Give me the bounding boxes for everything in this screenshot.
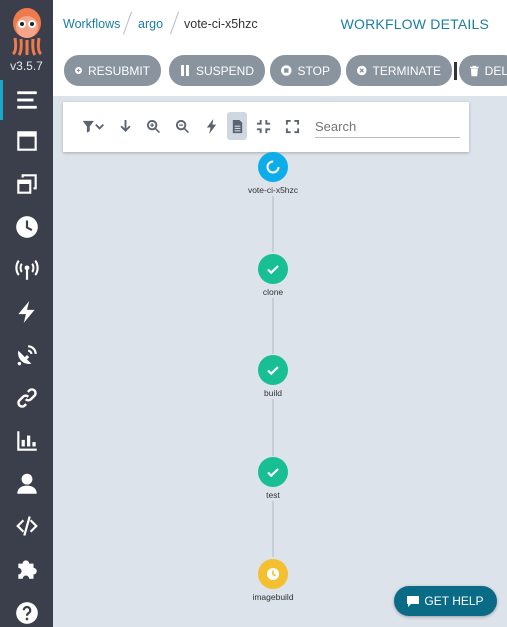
terminate-label: TERMINATE	[372, 63, 441, 78]
graph-search-input[interactable]	[315, 116, 460, 138]
code-icon	[15, 516, 38, 536]
page-title: WORKFLOW DETAILS	[340, 16, 489, 32]
check-icon	[267, 265, 279, 275]
sidebar-item-cluster-templates[interactable]	[0, 164, 53, 204]
breadcrumb-namespace[interactable]: argo	[138, 17, 163, 31]
bar-chart-icon	[16, 431, 37, 451]
expand-icon	[285, 119, 299, 133]
bolt-icon	[17, 301, 35, 323]
check-icon	[267, 468, 279, 478]
layout-direction-button[interactable]	[115, 116, 135, 136]
sidebar: v3.5.7	[0, 0, 53, 627]
times-circle-icon	[357, 65, 367, 76]
graph-node-build[interactable]	[258, 355, 288, 385]
graph-node-test[interactable]	[258, 457, 288, 487]
zoom-out-button[interactable]	[172, 116, 192, 136]
show-artifacts-toggle[interactable]	[227, 112, 247, 140]
plus-circle-icon	[75, 67, 82, 74]
window-icon	[16, 131, 37, 151]
bolt-icon	[206, 118, 216, 134]
compress-icon	[256, 119, 270, 133]
workflow-graph-canvas[interactable]: vote-ci-x5hzc clone build test imagebuil…	[53, 96, 507, 627]
zoom-in-button[interactable]	[143, 116, 163, 136]
graph-node-clone[interactable]	[258, 254, 288, 284]
sidebar-item-workflows[interactable]	[0, 80, 53, 120]
trash-icon	[470, 65, 479, 76]
puzzle-icon	[17, 560, 37, 579]
breadcrumb-workflows[interactable]: Workflows	[63, 17, 120, 31]
clock-icon	[15, 216, 38, 238]
zoom-out-icon	[175, 119, 189, 133]
zoom-in-icon	[146, 119, 160, 133]
overflow-divider	[454, 62, 457, 80]
graph-node-label: imagebuild	[252, 592, 294, 602]
broadcast-icon	[14, 259, 39, 280]
version-label: v3.5.7	[10, 59, 43, 73]
graph-controls-panel	[63, 102, 469, 152]
graph-node-label: test	[266, 490, 280, 500]
sidebar-item-sensors[interactable]	[0, 292, 53, 332]
sidebar-item-reports[interactable]	[0, 421, 53, 461]
fast-render-button[interactable]	[201, 116, 221, 136]
breadcrumb-workflow-name: vote-ci-x5hzc	[184, 17, 258, 31]
breadcrumb-separator	[122, 11, 133, 35]
sidebar-item-event-flow[interactable]	[0, 335, 53, 375]
delete-label: DEL	[484, 63, 507, 78]
sidebar-item-api-docs[interactable]	[0, 506, 53, 546]
resubmit-label: RESUBMIT	[87, 63, 150, 78]
delete-button[interactable]: DEL	[459, 55, 507, 86]
stop-label: STOP	[297, 63, 330, 78]
get-help-button[interactable]: GET HELP	[394, 586, 497, 616]
spinner-icon	[266, 160, 280, 174]
satellite-dish-icon	[17, 345, 37, 366]
graph-node-imagebuild[interactable]	[258, 559, 288, 589]
graph-edge	[272, 399, 274, 456]
stop-button[interactable]: STOP	[270, 55, 341, 86]
timeline-icon	[16, 91, 37, 109]
clock-icon	[267, 568, 279, 580]
terminate-button[interactable]: TERMINATE	[346, 55, 452, 86]
resubmit-button[interactable]: RESUBMIT	[64, 55, 161, 86]
stop-circle-icon	[281, 65, 292, 76]
clone-icon	[16, 174, 37, 194]
fit-screen-button[interactable]	[282, 116, 302, 136]
filter-icon	[82, 120, 104, 133]
graph-node-workflow[interactable]	[258, 152, 288, 182]
sidebar-item-help[interactable]	[0, 593, 53, 627]
argo-workflows-app: v3.5.7 Workflows argo vote-ci-x5hzc WORK…	[0, 0, 507, 627]
graph-edge	[272, 196, 274, 252]
sidebar-item-workflow-event-bindings[interactable]	[0, 378, 53, 418]
suspend-button[interactable]: SUSPEND	[169, 55, 265, 86]
file-icon	[232, 119, 242, 133]
graph-edge	[272, 501, 274, 557]
graph-node-label: vote-ci-x5hzc	[247, 185, 299, 195]
graph-edge	[272, 298, 274, 354]
top-bar: Workflows argo vote-ci-x5hzc WORKFLOW DE…	[53, 0, 507, 48]
suspend-label: SUSPEND	[195, 63, 254, 78]
sidebar-item-templates[interactable]	[0, 121, 53, 161]
arrow-down-icon	[119, 119, 131, 132]
sidebar-item-user[interactable]	[0, 464, 53, 504]
comment-icon	[407, 595, 420, 607]
breadcrumb-separator	[169, 11, 180, 35]
pause-icon	[180, 65, 189, 76]
sidebar-item-cron-workflows[interactable]	[0, 207, 53, 247]
graph-node-label: clone	[262, 287, 284, 297]
user-icon	[16, 473, 37, 494]
sidebar-item-plugins[interactable]	[0, 549, 53, 589]
question-icon	[15, 602, 38, 624]
collapse-button[interactable]	[253, 116, 273, 136]
link-icon	[16, 388, 37, 408]
get-help-label: GET HELP	[424, 594, 484, 608]
sidebar-item-event-sources[interactable]	[0, 250, 53, 290]
argo-logo-icon[interactable]	[9, 6, 45, 56]
filter-dropdown[interactable]	[79, 116, 107, 136]
graph-node-label: build	[264, 388, 282, 398]
action-toolbar: RESUBMIT SUSPEND STOP TERMINATE DEL	[53, 48, 507, 96]
check-icon	[267, 366, 279, 376]
